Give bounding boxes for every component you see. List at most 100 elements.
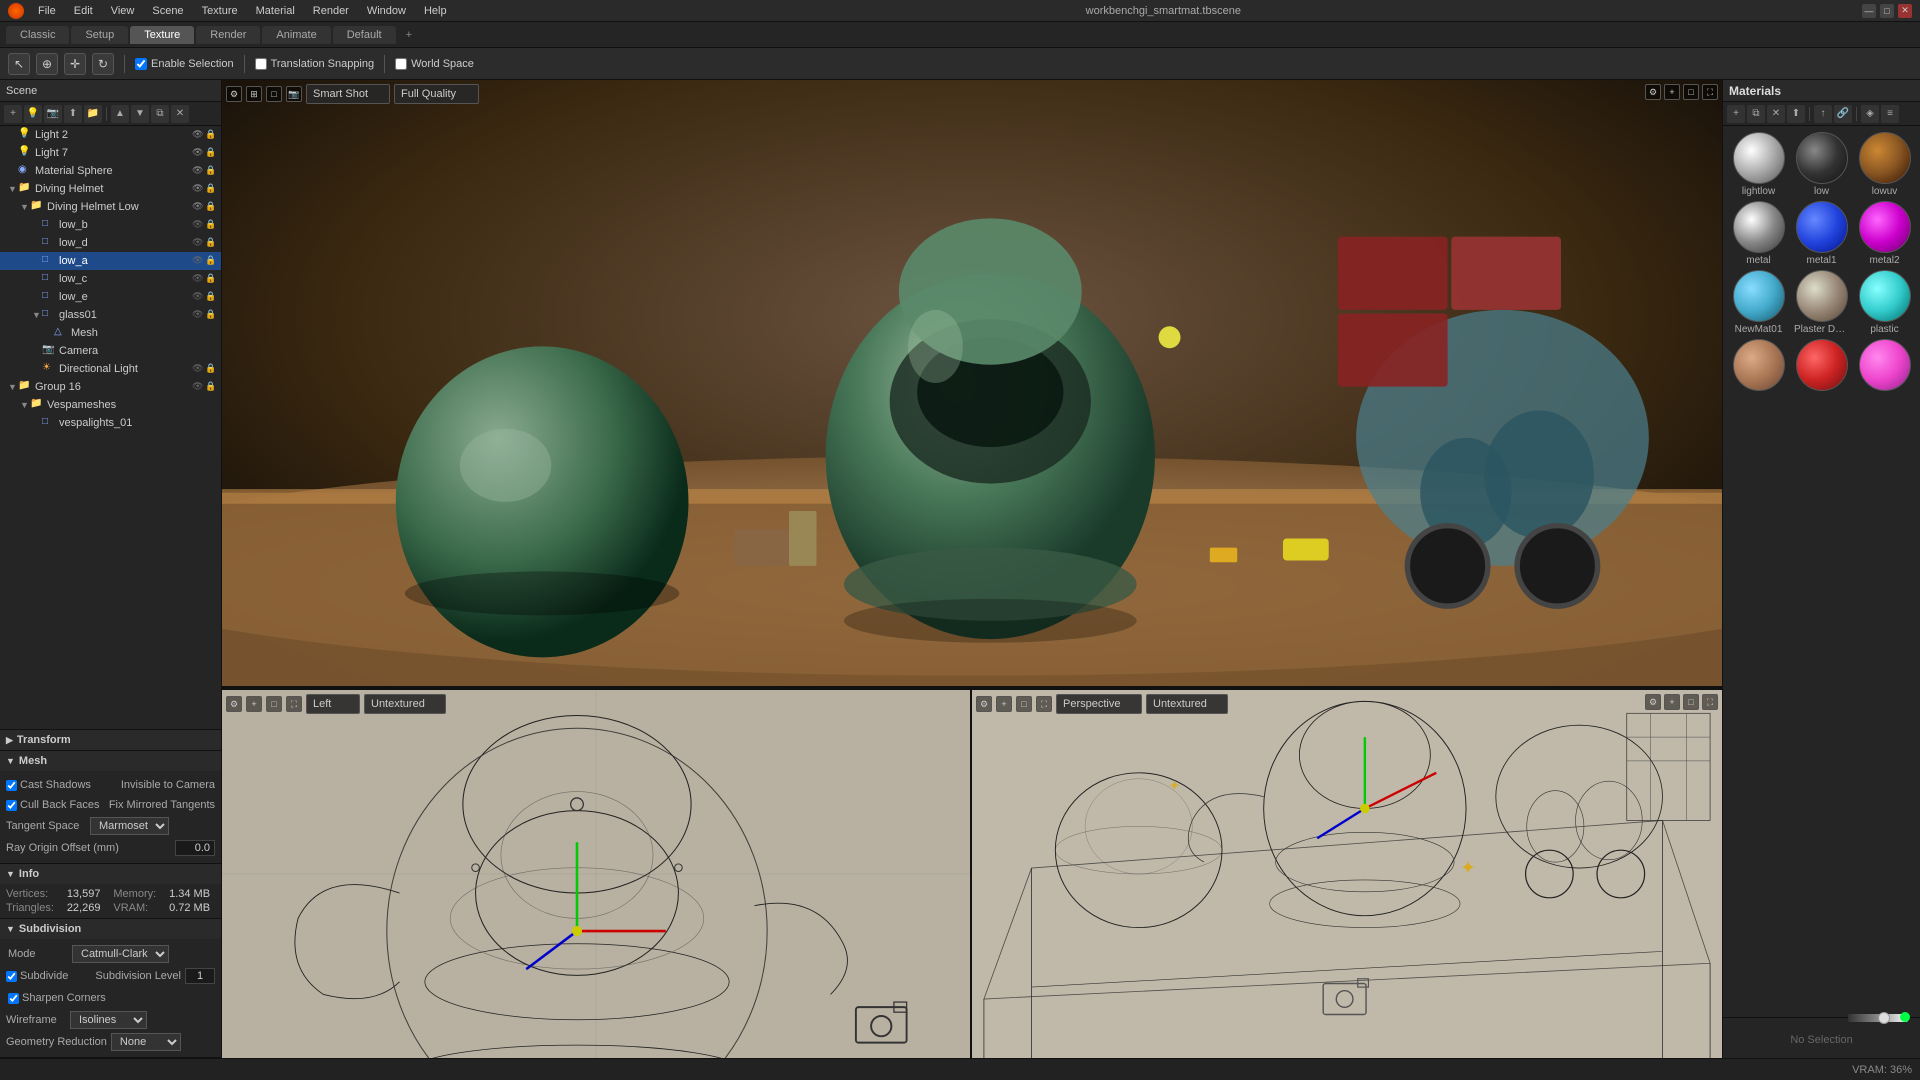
tangent-space-select[interactable]: Marmoset Maya 3ds Max (90, 817, 169, 835)
menu-texture[interactable]: Texture (194, 3, 246, 19)
scene-delete-button[interactable]: ✕ (171, 105, 189, 123)
tree-item-group16[interactable]: ▼ 📁 Group 16 👁 🔒 (0, 378, 221, 396)
scene-light-button[interactable]: 💡 (24, 105, 42, 123)
tab-default[interactable]: Default (333, 26, 396, 44)
eye-icon-low-a[interactable]: 👁 (192, 255, 204, 267)
lock-icon-diving-helmet[interactable]: 🔒 (205, 183, 217, 195)
bl-settings-button[interactable]: ⚙ (226, 696, 242, 712)
br-plus-button[interactable]: + (1664, 694, 1680, 710)
lock-icon-low-e[interactable]: 🔒 (205, 291, 217, 303)
tab-render[interactable]: Render (196, 26, 260, 44)
tab-texture[interactable]: Texture (130, 26, 194, 44)
cast-shadows-checkbox[interactable] (6, 780, 17, 791)
mat-item-mat6[interactable] (1855, 339, 1914, 393)
subdivide-checkbox[interactable] (6, 971, 17, 982)
subdivision-header[interactable]: ▼ Subdivision (0, 919, 221, 939)
bottom-right-viewport[interactable]: ✦ ✦ ⚙ + □ ⛶ Perspective Left Front (972, 690, 1722, 1058)
orbit-tool-button[interactable]: ⊕ (36, 53, 58, 75)
tree-item-vespameshes[interactable]: ▼ 📁 Vespameshes (0, 396, 221, 414)
fix-mirrored-tangents-label[interactable]: Fix Mirrored Tangents (109, 799, 215, 811)
br-layout-button[interactable]: + (996, 696, 1012, 712)
eye-icon-low-c[interactable]: 👁 (192, 273, 204, 285)
mat-import-button[interactable]: ⬆ (1787, 105, 1805, 123)
scene-folder-button[interactable]: 📁 (84, 105, 102, 123)
main-vp-snap-button[interactable]: □ (266, 86, 282, 102)
tree-item-dir-light[interactable]: ☀ Directional Light 👁 🔒 (0, 360, 221, 378)
sharpen-corners-check[interactable]: Sharpen Corners (8, 992, 106, 1004)
mat-arrow-button[interactable]: ↑ (1814, 105, 1832, 123)
wireframe-select[interactable]: Isolines All Edges None (70, 1011, 147, 1029)
translation-snapping-checkbox[interactable] (255, 58, 267, 70)
br-snap-button[interactable]: □ (1016, 696, 1032, 712)
tree-item-camera[interactable]: 📷 Camera (0, 342, 221, 360)
mat-delete-button[interactable]: ✕ (1767, 105, 1785, 123)
menu-file[interactable]: File (30, 3, 64, 19)
tab-animate[interactable]: Animate (262, 26, 330, 44)
lock-icon-low-b[interactable]: 🔒 (205, 219, 217, 231)
mat-item-newmat01[interactable]: NewMat01 (1729, 270, 1788, 335)
tab-setup[interactable]: Setup (71, 26, 128, 44)
enable-selection-checkbox[interactable] (135, 58, 147, 70)
scene-up-button[interactable]: ▲ (111, 105, 129, 123)
mat-item-plaster-dam[interactable]: Plaster Dam... (1792, 270, 1851, 335)
sharpen-corners-checkbox[interactable] (8, 993, 19, 1004)
enable-selection-toggle[interactable]: Enable Selection (135, 58, 234, 70)
lock-icon-glass01[interactable]: 🔒 (205, 309, 217, 321)
subdiv-level-input[interactable] (185, 968, 215, 984)
main-vp-settings-button[interactable]: ⚙ (226, 86, 242, 102)
bl-fullscreen-button[interactable]: ⛶ (286, 696, 302, 712)
tree-item-low-d[interactable]: □ low_d 👁 🔒 (0, 234, 221, 252)
mat-attach-button[interactable]: 🔗 (1834, 105, 1852, 123)
tab-add-button[interactable]: + (398, 27, 420, 43)
mat-item-metal[interactable]: metal (1729, 201, 1788, 266)
tab-classic[interactable]: Classic (6, 26, 69, 44)
close-button[interactable]: ✕ (1898, 4, 1912, 18)
info-header[interactable]: ▼ Info (0, 864, 221, 884)
menu-help[interactable]: Help (416, 3, 455, 19)
maximize-button[interactable]: □ (1880, 4, 1894, 18)
tree-item-low-e[interactable]: □ low_e 👁 🔒 (0, 288, 221, 306)
gradient-slider[interactable] (1848, 1014, 1908, 1022)
bl-snap-button[interactable]: □ (266, 696, 282, 712)
select-tool-button[interactable]: ↖ (8, 53, 30, 75)
eye-icon-dir-light[interactable]: 👁 (192, 363, 204, 375)
br-settings-button[interactable]: ⚙ (976, 696, 992, 712)
eye-icon-light7[interactable]: 👁 (192, 147, 204, 159)
mat-item-lowuv[interactable]: lowuv (1855, 132, 1914, 197)
main-vp-layout-button[interactable]: ⊞ (246, 86, 262, 102)
tree-item-material-sphere[interactable]: ◉ Material Sphere 👁 🔒 (0, 162, 221, 180)
tree-item-vespalights[interactable]: □ vespalights_01 (0, 414, 221, 432)
cull-back-faces-checkbox[interactable] (6, 800, 17, 811)
mat-item-low[interactable]: low (1792, 132, 1851, 197)
main-vp-shot-dropdown[interactable]: Smart Shot Shot 1 (306, 84, 390, 104)
lock-icon-material-sphere[interactable]: 🔒 (205, 165, 217, 177)
transform-header[interactable]: ▶ Transform (0, 730, 221, 750)
lock-icon-diving-helmet-low[interactable]: 🔒 (205, 201, 217, 213)
main-vp-option4-button[interactable]: ⛶ (1702, 84, 1718, 100)
tree-item-low-c[interactable]: □ low_c 👁 🔒 (0, 270, 221, 288)
tree-item-diving-helmet[interactable]: ▼ 📁 Diving Helmet 👁 🔒 (0, 180, 221, 198)
br-fullscreen-button[interactable]: ⛶ (1036, 696, 1052, 712)
mat-item-lightlow[interactable]: lightlow (1729, 132, 1788, 197)
invisible-to-camera-label[interactable]: Invisible to Camera (121, 779, 215, 791)
eye-icon-low-b[interactable]: 👁 (192, 219, 204, 231)
bottom-left-viewport[interactable]: ⚙ + □ ⛶ Left Front Top Untextured Textur… (222, 690, 972, 1058)
eye-icon-low-e[interactable]: 👁 (192, 291, 204, 303)
br-full-button[interactable]: ⛶ (1702, 694, 1718, 710)
main-vp-quality-dropdown[interactable]: Full Quality Half Quality (394, 84, 479, 104)
menu-view[interactable]: View (103, 3, 143, 19)
eye-icon-diving-helmet-low[interactable]: 👁 (192, 201, 204, 213)
bottom-left-view-dropdown[interactable]: Left Front Top (306, 694, 360, 714)
scene-tree[interactable]: 💡 Light 2 👁 🔒 💡 Light 7 👁 🔒 (0, 126, 221, 729)
menu-window[interactable]: Window (359, 3, 414, 19)
tree-item-glass01[interactable]: ▼ □ glass01 👁 🔒 (0, 306, 221, 324)
br-settings2-button[interactable]: ⚙ (1645, 694, 1661, 710)
main-viewport[interactable]: ⚙ ⊞ □ 📷 Smart Shot Shot 1 Full Quality H… (222, 80, 1722, 688)
lock-icon-group16[interactable]: 🔒 (205, 381, 217, 393)
lock-icon-light2[interactable]: 🔒 (205, 129, 217, 141)
scene-import-button[interactable]: ⬆ (64, 105, 82, 123)
cull-back-faces-label[interactable]: Cull Back Faces (6, 799, 99, 811)
tree-item-low-b[interactable]: □ low_b 👁 🔒 (0, 216, 221, 234)
translation-snapping-toggle[interactable]: Translation Snapping (255, 58, 375, 70)
menu-scene[interactable]: Scene (144, 3, 191, 19)
